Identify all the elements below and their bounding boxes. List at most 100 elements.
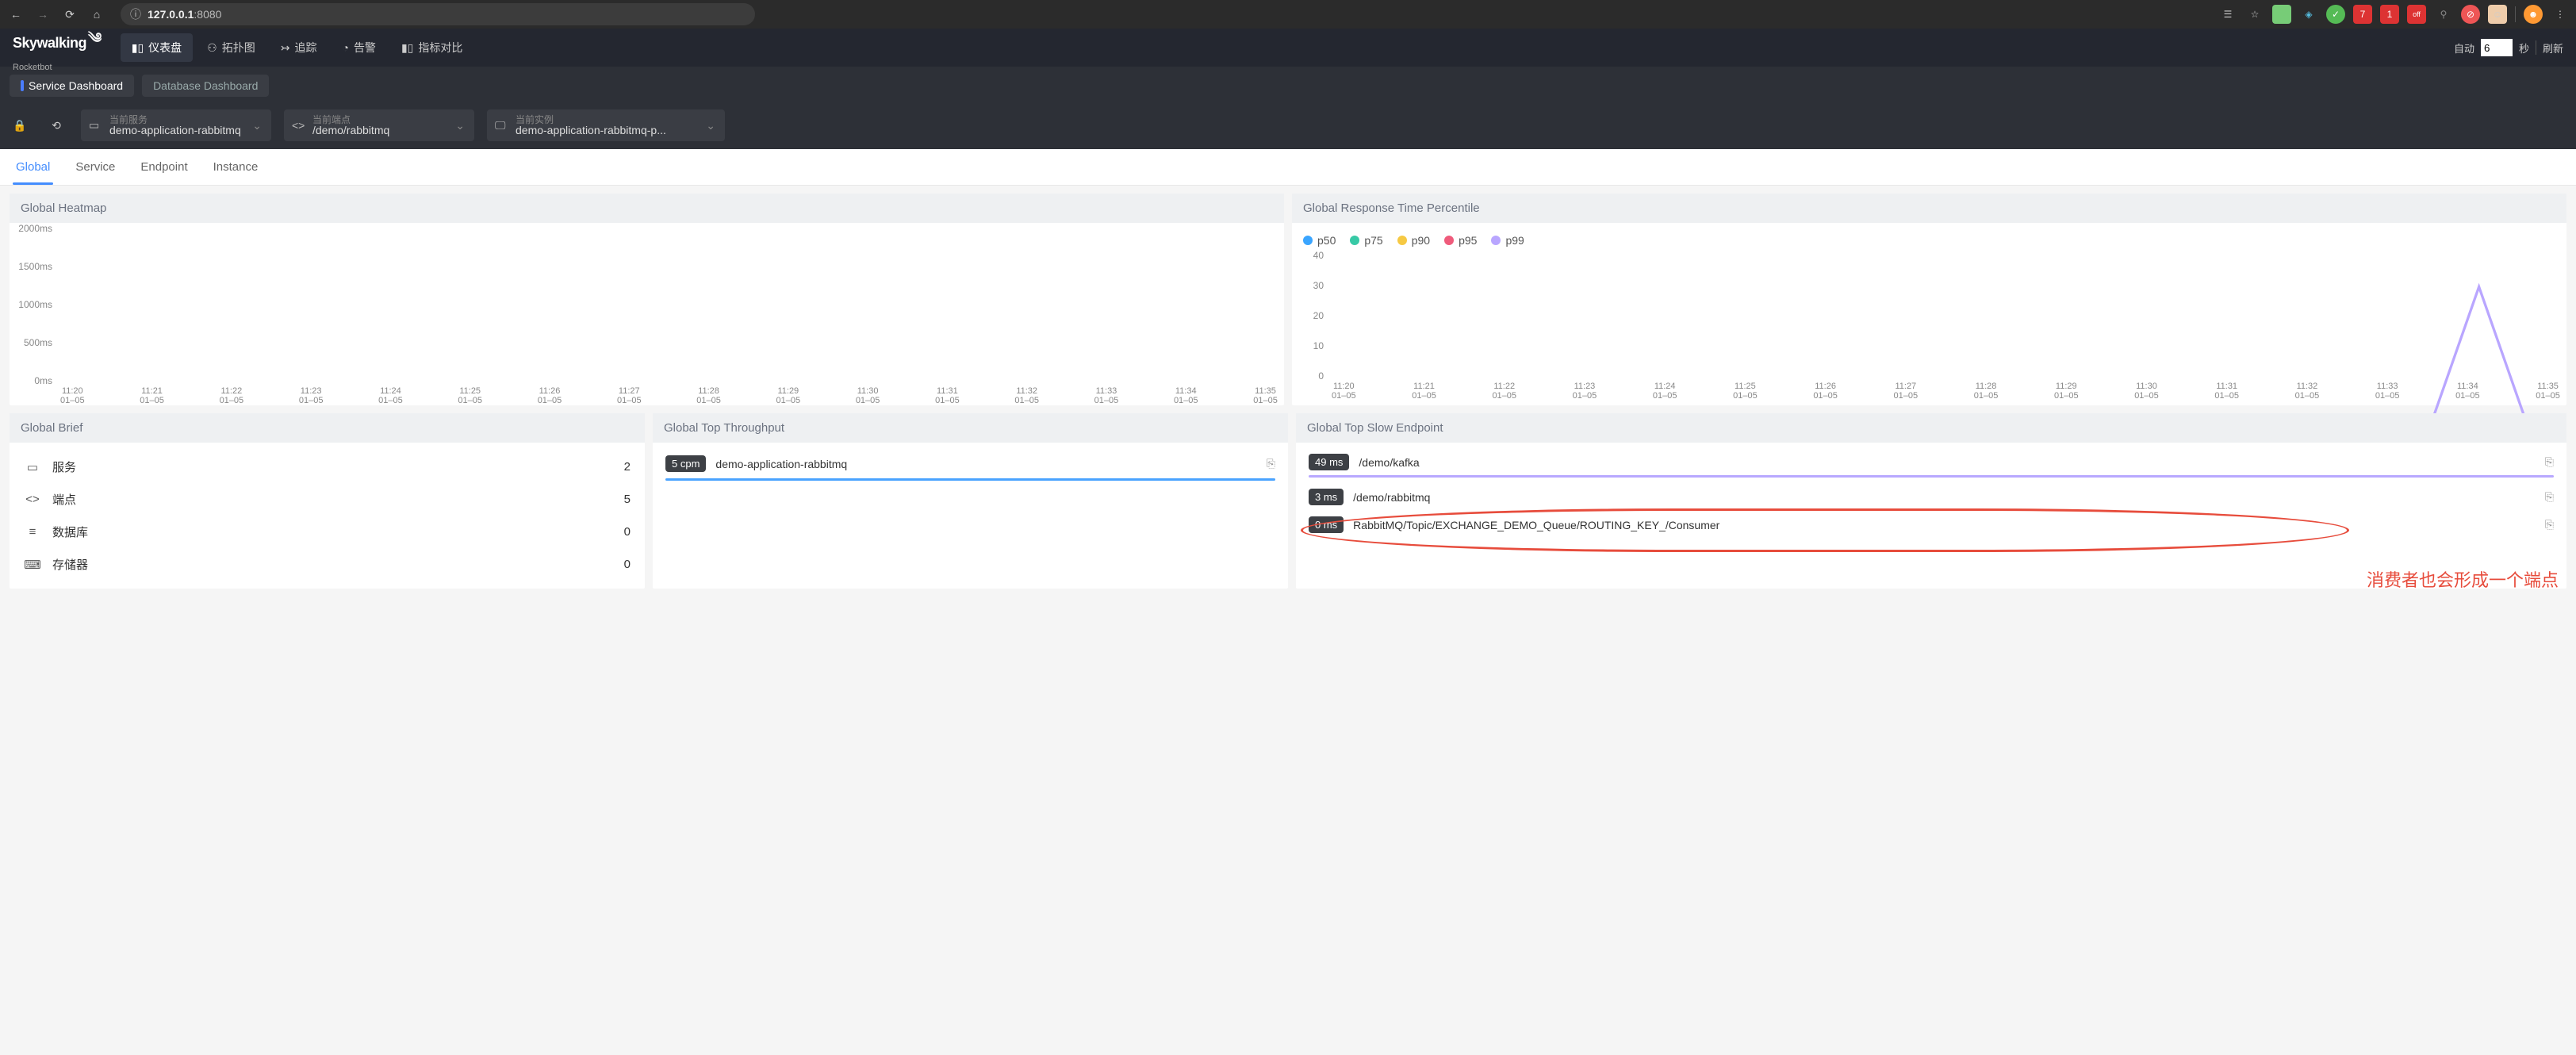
tab-trace[interactable]: ↣追踪 xyxy=(270,33,328,62)
card-title: Global Brief xyxy=(10,413,645,443)
ext-diamond-icon[interactable]: ◈ xyxy=(2299,5,2318,24)
ext-block-icon[interactable]: ⊘ xyxy=(2461,5,2480,24)
reload-selectors-icon[interactable]: ⟲ xyxy=(44,113,68,137)
x-axis: 11:2001–0511:2101–0511:2201–0511:2301–05… xyxy=(1332,382,2560,401)
tab-label: Service Dashboard xyxy=(29,79,123,92)
legend-item[interactable]: p90 xyxy=(1397,234,1430,247)
selector-label: 当前实例 xyxy=(516,113,554,126)
legend-item[interactable]: p75 xyxy=(1350,234,1382,247)
subnav-instance[interactable]: Instance xyxy=(210,149,262,185)
legend-item[interactable]: p50 xyxy=(1303,234,1336,247)
more-icon[interactable]: ⋮ xyxy=(2551,5,2570,24)
annotation-text: 消费者也会形成一个端点 xyxy=(2367,566,2559,592)
header-right: 自动 秒 刷新 xyxy=(2454,39,2563,56)
card-brief: Global Brief ▭ 服务 2 <> 端点 5 ≡ 数据库 0 ⌨ 存储… xyxy=(10,413,645,589)
star-icon[interactable]: ☆ xyxy=(2245,5,2264,24)
share-icon: ⚇ xyxy=(207,41,217,55)
tab-label: 告警 xyxy=(354,40,376,56)
ext-check-icon[interactable]: ✓ xyxy=(2326,5,2345,24)
percentile-chart: 403020100 11:2001–0511:2101–0511:2201–05… xyxy=(1292,250,2566,401)
compare-icon: ▮▯ xyxy=(401,41,413,55)
auto-label: 自动 xyxy=(2454,40,2474,56)
slow-item: 0 ms RabbitMQ/Topic/EXCHANGE_DEMO_Queue/… xyxy=(1307,513,2555,541)
auto-seconds-input[interactable] xyxy=(2481,39,2513,56)
tab-service-dashboard[interactable]: Service Dashboard xyxy=(10,75,134,97)
tab-topology[interactable]: ⚇拓扑图 xyxy=(196,33,266,62)
content-grid: Global Heatmap 2000ms1500ms1000ms500ms0m… xyxy=(0,186,2576,597)
ext-badge-1-icon[interactable]: 1 xyxy=(2380,5,2399,24)
tab-compare[interactable]: ▮▯指标对比 xyxy=(390,33,473,62)
dashboard-tabs: Service Dashboard Database Dashboard xyxy=(0,67,2576,105)
home-icon[interactable]: ⌂ xyxy=(87,5,106,24)
instance-selector[interactable]: 🖵 当前实例 demo-application-rabbitmq-p... ⌄ xyxy=(487,109,725,141)
throughput-name: demo-application-rabbitmq xyxy=(715,458,847,470)
throughput-bar xyxy=(665,478,1275,481)
copy-icon[interactable]: ⎘ xyxy=(2545,490,2554,504)
copy-icon[interactable]: ⎘ xyxy=(2545,455,2554,469)
brief-value: 5 xyxy=(624,493,631,506)
card-title: Global Heatmap xyxy=(10,194,1284,223)
avatar-icon[interactable]: ☻ xyxy=(2524,5,2543,24)
chevron-down-icon: ⌄ xyxy=(706,119,715,132)
legend-item[interactable]: p95 xyxy=(1444,234,1477,247)
brief-label: 存储器 xyxy=(52,556,88,573)
logo-swirl-icon: ༄ xyxy=(88,23,102,63)
tab-database-dashboard[interactable]: Database Dashboard xyxy=(142,75,269,97)
brief-value: 0 xyxy=(624,558,631,571)
hdd-icon: ⌨ xyxy=(24,558,41,572)
bar-chart-icon: ▮▯ xyxy=(132,41,144,55)
back-icon[interactable]: ← xyxy=(6,5,25,24)
lock-icon[interactable]: 🔒 xyxy=(8,113,32,137)
subnav-endpoint[interactable]: Endpoint xyxy=(137,149,190,185)
copy-icon[interactable]: ⎘ xyxy=(1267,457,1275,470)
slow-name: RabbitMQ/Topic/EXCHANGE_DEMO_Queue/ROUTI… xyxy=(1353,519,1719,531)
card-title: Global Top Throughput xyxy=(653,413,1288,443)
brief-row: ≡ 数据库 0 xyxy=(21,516,634,548)
brief-row: ⌨ 存储器 0 xyxy=(21,548,634,581)
x-axis: 11:2001–0511:2101–0511:2201–0511:2301–05… xyxy=(60,386,1278,405)
subnav-global[interactable]: Global xyxy=(13,149,53,185)
copy-icon[interactable]: ⎘ xyxy=(2545,518,2554,531)
tab-dashboard[interactable]: ▮▯仪表盘 xyxy=(121,33,193,62)
app-header: Skywalking༄ Rocketbot ▮▯仪表盘 ⚇拓扑图 ↣追踪 ◔告警… xyxy=(0,29,2576,67)
database-icon: ≡ xyxy=(24,525,41,539)
url-port: :8080 xyxy=(194,8,221,21)
endpoint-selector[interactable]: <> 当前端点 /demo/rabbitmq ⌄ xyxy=(284,109,474,141)
throughput-item: 5 cpm demo-application-rabbitmq ⎘ xyxy=(664,451,1277,485)
subnav-service[interactable]: Service xyxy=(72,149,118,185)
package-icon: ▭ xyxy=(89,119,99,132)
ext-green-dot-icon[interactable] xyxy=(2272,5,2291,24)
ext-off-icon[interactable]: off xyxy=(2407,5,2426,24)
url-bar[interactable]: ⓘ 127.0.0.1:8080 xyxy=(121,3,755,25)
brief-list: ▭ 服务 2 <> 端点 5 ≡ 数据库 0 ⌨ 存储器 0 xyxy=(10,443,645,589)
logo-text: Skywalking xyxy=(13,35,86,52)
card-slow-endpoint: Global Top Slow Endpoint 49 ms /demo/kaf… xyxy=(1296,413,2566,589)
chevron-down-icon: ⌄ xyxy=(252,119,262,132)
heatmap-chart: 2000ms1500ms1000ms500ms0ms 11:2001–0511:… xyxy=(10,223,1284,405)
selector-bar: 🔒 ⟲ ▭ 当前服务 demo-application-rabbitmq ⌄ <… xyxy=(0,105,2576,149)
ext-pin-icon[interactable]: ⚲ xyxy=(2434,5,2453,24)
slow-badge: 3 ms xyxy=(1309,489,1344,505)
card-title: Global Response Time Percentile xyxy=(1292,194,2566,223)
slow-name: /demo/rabbitmq xyxy=(1353,491,1430,504)
slow-badge: 49 ms xyxy=(1309,454,1349,470)
tab-alarm[interactable]: ◔告警 xyxy=(331,33,386,62)
selector-label: 当前服务 xyxy=(109,113,148,126)
legend-item[interactable]: p99 xyxy=(1491,234,1524,247)
forward-icon[interactable]: → xyxy=(33,5,52,24)
info-icon: ⓘ xyxy=(130,6,141,22)
slow-item: 49 ms /demo/kafka ⎘ xyxy=(1307,451,2555,485)
logo-sub: Rocketbot xyxy=(13,63,102,72)
brief-row: ▭ 服务 2 xyxy=(21,451,634,483)
service-selector[interactable]: ▭ 当前服务 demo-application-rabbitmq ⌄ xyxy=(81,109,271,141)
ext-note-icon[interactable]: ☺ xyxy=(2488,5,2507,24)
sec-label: 秒 xyxy=(2519,40,2529,56)
refresh-button[interactable]: 刷新 xyxy=(2543,40,2563,56)
slow-list: 49 ms /demo/kafka ⎘ 3 ms /demo/rabbitmq … xyxy=(1296,443,2566,549)
ext-badge-7-icon[interactable]: 7 xyxy=(2353,5,2372,24)
chart-legend: p50 p75 p90 p95 p99 xyxy=(1292,223,2566,250)
menu-icon[interactable]: ☰ xyxy=(2218,5,2237,24)
slow-item: 3 ms /demo/rabbitmq ⎘ xyxy=(1307,485,2555,513)
slow-badge: 0 ms xyxy=(1309,516,1344,533)
reload-icon[interactable]: ⟳ xyxy=(60,5,79,24)
